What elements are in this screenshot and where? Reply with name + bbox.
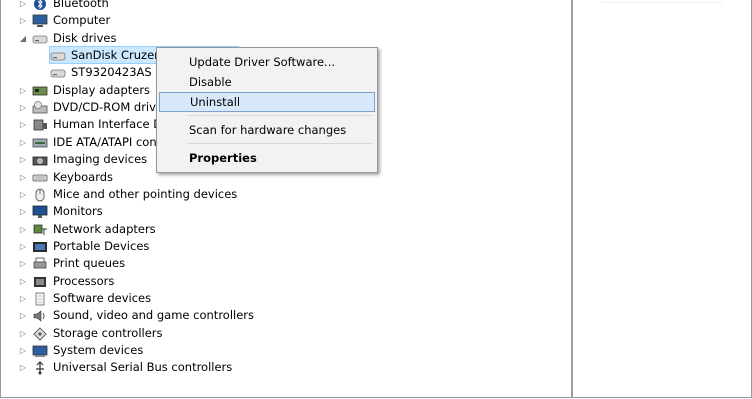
tree-item[interactable]: ▷ Processors xyxy=(1,273,561,290)
ide-controller-icon xyxy=(32,136,48,150)
tree-item[interactable]: ▷ System devices xyxy=(1,342,561,359)
menu-separator xyxy=(187,143,373,144)
properties-menu-item[interactable]: Properties xyxy=(159,148,375,168)
tree-item[interactable]: ▷ Storage controllers xyxy=(1,325,561,342)
disable-menu-item[interactable]: Disable xyxy=(159,72,375,92)
mouse-icon xyxy=(32,188,48,202)
tree-item-label: ST9320423AS xyxy=(71,65,152,80)
collapse-arrow-icon[interactable]: ◢ xyxy=(18,30,28,47)
tree-item[interactable]: ▷ Sound, video and game controllers xyxy=(1,307,561,324)
tree-item-label: Portable Devices xyxy=(53,238,150,253)
tree-item[interactable]: ▷ Monitors xyxy=(1,203,561,220)
computer-icon xyxy=(32,14,48,28)
bluetooth-icon xyxy=(32,0,48,11)
uninstall-menu-item[interactable]: Uninstall xyxy=(159,92,375,112)
display-adapter-icon xyxy=(32,84,48,98)
expand-arrow-icon[interactable]: ▷ xyxy=(18,255,28,272)
system-device-icon xyxy=(32,344,48,358)
tree-item-label: Monitors xyxy=(53,204,103,219)
disk-drive-icon xyxy=(50,49,66,63)
expand-arrow-icon[interactable]: ▷ xyxy=(18,203,28,220)
tree-item[interactable]: ▷ Network adapters xyxy=(1,221,561,238)
keyboard-icon xyxy=(32,171,48,185)
tree-item-label: Disk drives xyxy=(53,30,117,45)
tree-item[interactable]: ◢ Disk drives xyxy=(1,30,561,47)
expand-arrow-icon[interactable]: ▷ xyxy=(18,273,28,290)
tree-item-label: Display adapters xyxy=(53,82,151,97)
tree-item-label: Print queues xyxy=(53,256,126,271)
expand-arrow-icon[interactable]: ▷ xyxy=(18,82,28,99)
camera-icon xyxy=(32,153,48,167)
expand-arrow-icon[interactable]: ▷ xyxy=(18,0,28,12)
tree-item-label: Bluetooth xyxy=(53,0,109,10)
tree-item[interactable]: ▷ Print queues xyxy=(1,255,561,272)
tree-item-label: System devices xyxy=(53,343,144,357)
menu-separator xyxy=(187,115,373,116)
printer-icon xyxy=(32,257,48,271)
dvd-icon xyxy=(32,101,48,115)
disk-drive-icon xyxy=(32,32,48,46)
tree-item-label: Software devices xyxy=(53,290,152,305)
network-icon xyxy=(32,223,48,237)
tree-item-label: Sound, video and game controllers xyxy=(53,308,255,323)
tree-item[interactable]: ▷ Computer xyxy=(1,12,561,29)
tree-item-label: Imaging devices xyxy=(53,152,148,167)
portable-device-icon xyxy=(32,240,48,254)
context-menu: Update Driver Software... Disable Uninstal… xyxy=(156,47,378,173)
device-manager-window: ▷ Bluetooth ▷ Computer ◢ Disk drives SanDisk C… xyxy=(0,0,752,398)
processor-icon xyxy=(32,275,48,289)
expand-arrow-icon[interactable]: ▷ xyxy=(18,169,28,186)
hid-icon xyxy=(32,118,48,132)
tree-item[interactable]: ▷ Portable Devices xyxy=(1,238,561,255)
expand-arrow-icon[interactable]: ▷ xyxy=(18,186,28,203)
software-device-icon xyxy=(32,292,48,306)
speaker-icon xyxy=(32,309,48,323)
disk-drive-icon xyxy=(50,66,66,80)
monitor-icon xyxy=(32,205,48,219)
expand-arrow-icon[interactable]: ▷ xyxy=(18,290,28,307)
expand-arrow-icon[interactable]: ▷ xyxy=(18,221,28,238)
expand-arrow-icon[interactable]: ▷ xyxy=(18,151,28,168)
expand-arrow-icon[interactable]: ▷ xyxy=(18,342,28,359)
tree-item-label: Universal Serial Bus controllers xyxy=(53,360,233,375)
scan-hardware-menu-item[interactable]: Scan for hardware changes xyxy=(159,120,375,140)
tree-item-label: Mice and other pointing devices xyxy=(53,186,238,201)
expand-arrow-icon[interactable]: ▷ xyxy=(18,99,28,116)
tree-item-label: Processors xyxy=(53,273,115,288)
expand-arrow-icon[interactable]: ▷ xyxy=(18,359,28,376)
tree-item[interactable]: ▷ Software devices xyxy=(1,290,561,307)
expand-arrow-icon[interactable]: ▷ xyxy=(18,238,28,255)
expand-arrow-icon[interactable]: ▷ xyxy=(18,307,28,324)
usb-icon xyxy=(32,361,48,375)
tree-item[interactable]: ▷ Universal Serial Bus controllers xyxy=(1,359,561,376)
expand-arrow-icon[interactable]: ▷ xyxy=(18,134,28,151)
tree-item[interactable]: ▷ Bluetooth xyxy=(1,0,561,12)
tree-item-label: Storage controllers xyxy=(53,325,163,340)
expand-arrow-icon[interactable]: ▷ xyxy=(18,12,28,29)
divider xyxy=(601,2,723,3)
tree-item[interactable]: ▷ Mice and other pointing devices xyxy=(1,186,561,203)
tree-item-label: Keyboards xyxy=(53,169,114,184)
right-pane xyxy=(571,0,751,397)
storage-icon xyxy=(32,327,48,341)
tree-item-label: Network adapters xyxy=(53,221,156,236)
expand-arrow-icon[interactable]: ▷ xyxy=(18,116,28,133)
tree-item-label: DVD/CD-ROM drives xyxy=(53,100,169,115)
expand-arrow-icon[interactable]: ▷ xyxy=(18,325,28,342)
update-driver-menu-item[interactable]: Update Driver Software... xyxy=(159,52,375,72)
tree-item-label: Computer xyxy=(53,13,111,28)
